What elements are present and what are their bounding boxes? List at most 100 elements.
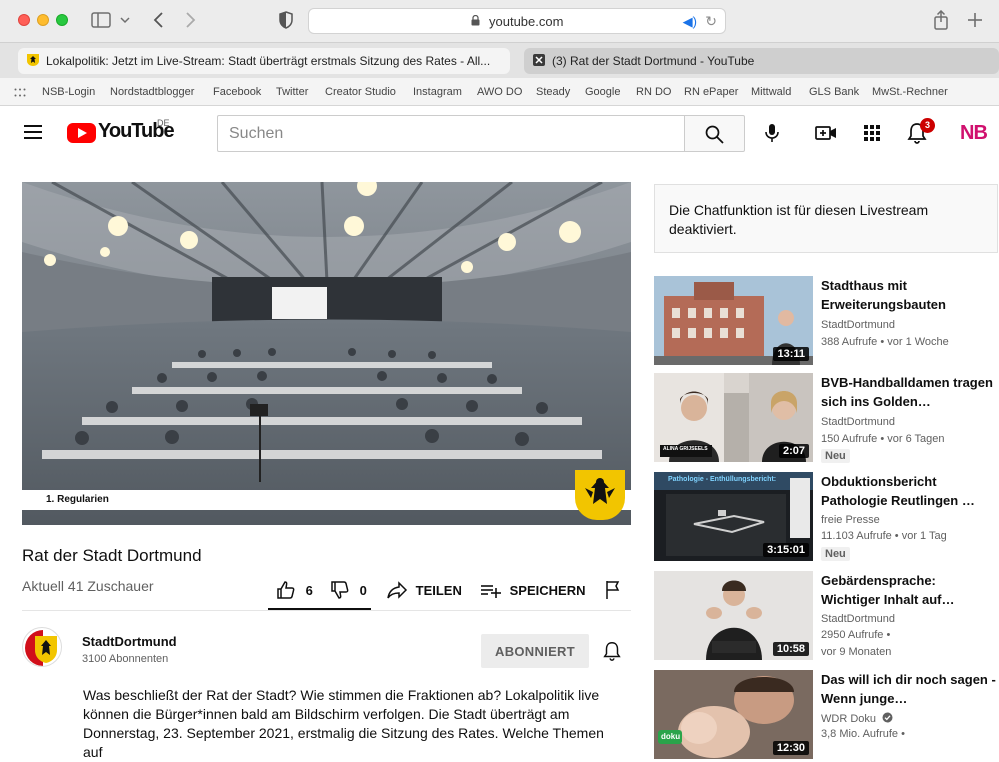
search-input[interactable] — [218, 116, 684, 151]
video-thumbnail[interactable]: Pathologie - Enthüllungsbericht: 3:15:01 — [654, 472, 813, 561]
bookmark-item[interactable]: Creator Studio — [325, 86, 396, 98]
close-window-button[interactable] — [18, 14, 30, 26]
video-title[interactable]: Das will ich dir noch sagen - Wenn junge… — [821, 670, 996, 708]
share-label: TEILEN — [415, 582, 462, 598]
bookmark-item[interactable]: RN ePaper — [684, 86, 738, 98]
browser-tab-lokalpolitik[interactable]: Lokalpolitik: Jetzt im Live-Stream: Stad… — [18, 48, 510, 74]
subscribe-button[interactable]: ABONNIERT — [481, 634, 589, 668]
recommended-video[interactable]: 13:11 Stadthaus mit Erweiterungsbauten S… — [654, 276, 999, 368]
channel-name[interactable]: StadtDortmund — [821, 319, 895, 331]
video-meta: 2950 Aufrufe • — [821, 629, 891, 641]
chevron-down-icon[interactable] — [120, 16, 130, 24]
recommended-video[interactable]: ALINA GRIJSEELS 2:07 BVB-Handballdamen t… — [654, 373, 999, 465]
zoom-window-button[interactable] — [56, 14, 68, 26]
forward-icon[interactable] — [185, 12, 197, 28]
apps-icon[interactable] — [860, 121, 884, 145]
bookmark-item[interactable]: GLS Bank — [809, 86, 859, 98]
address-bar[interactable]: youtube.com ◀) ↻ — [308, 8, 726, 34]
channel-name[interactable]: StadtDortmund — [82, 634, 177, 649]
speaker-icon[interactable]: ◀) — [683, 14, 697, 30]
bookmark-item[interactable]: Steady — [536, 86, 570, 98]
video-duration: 12:30 — [772, 741, 809, 755]
country-code: DE — [157, 118, 170, 128]
youtube-favicon-icon — [533, 54, 545, 66]
video-duration: 13:11 — [773, 347, 809, 361]
video-meta: 388 Aufrufe • vor 1 Woche — [821, 336, 949, 348]
menu-icon[interactable] — [24, 125, 42, 139]
video-duration: 2:07 — [778, 444, 809, 458]
microphone-icon[interactable] — [760, 121, 784, 145]
share-icon[interactable] — [933, 10, 949, 30]
lock-icon — [471, 15, 480, 26]
recommended-video[interactable]: 10:58 Gebärdensprache: Wichtiger Inhalt … — [654, 571, 999, 663]
chat-disabled-notice: Die Chatfunktion ist für diesen Livestre… — [654, 184, 998, 253]
save-button[interactable]: SPEICHERN — [480, 580, 585, 600]
playlist-add-icon — [481, 585, 501, 598]
search-button[interactable] — [684, 115, 745, 152]
bookmark-item[interactable]: Instagram — [413, 86, 462, 98]
agenda-item-label: 1. Regularien — [46, 494, 109, 505]
video-title[interactable]: Stadthaus mit Erweiterungsbauten — [821, 276, 996, 314]
channel-bell-icon[interactable] — [601, 640, 623, 662]
back-icon[interactable] — [152, 12, 164, 28]
bookmark-item[interactable]: Facebook — [213, 86, 261, 98]
reload-icon[interactable]: ↻ — [705, 13, 717, 30]
channel-name[interactable]: StadtDortmund — [821, 613, 895, 625]
recommended-video[interactable]: doku 12:30 Das will ich dir noch sagen -… — [654, 670, 999, 762]
thumbnail-caption: doku — [661, 732, 681, 741]
bookmark-item[interactable]: NSB-Login — [42, 86, 95, 98]
like-count: 6 — [305, 582, 313, 598]
dislike-count: 0 — [359, 582, 367, 598]
apps-grid-icon[interactable] — [14, 88, 26, 97]
bookmark-item[interactable]: Nordstadtblogger — [110, 86, 194, 98]
bookmark-item[interactable]: Twitter — [276, 86, 308, 98]
channel-name[interactable]: WDR Doku — [821, 712, 893, 725]
video-actions: 6 0 TEILEN SPEICHERN — [268, 574, 631, 610]
search-icon — [705, 125, 724, 144]
video-age: vor 9 Monaten — [821, 646, 892, 658]
bookmark-item[interactable]: MwSt.-Rechner — [872, 86, 948, 98]
new-tab-icon[interactable] — [967, 12, 983, 28]
video-meta: 150 Aufrufe • vor 6 Tagen — [821, 433, 945, 445]
video-description: Was beschließt der Rat der Stadt? Wie st… — [83, 687, 604, 760]
video-title: Rat der Stadt Dortmund — [22, 546, 202, 565]
channel-name[interactable]: freie Presse — [821, 514, 880, 526]
video-title[interactable]: Obduktionsbericht Pathologie Reutlingen … — [821, 472, 996, 510]
sidebar-toggle-icon[interactable] — [91, 12, 111, 28]
subscriber-count: 3100 Abonnenten — [82, 653, 169, 665]
channel-name[interactable]: StadtDortmund — [821, 416, 895, 428]
viewer-count: Aktuell 41 Zuschauer — [22, 578, 154, 594]
bookmark-item[interactable]: RN DO — [636, 86, 671, 98]
video-title[interactable]: BVB-Handballdamen tragen sich ins Golden… — [821, 373, 996, 411]
browser-titlebar: youtube.com ◀) ↻ — [0, 0, 999, 42]
create-video-icon[interactable] — [814, 121, 838, 145]
share-button[interactable]: TEILEN — [386, 580, 462, 600]
recommended-video[interactable]: Pathologie - Enthüllungsbericht: 3:15:01… — [654, 472, 999, 564]
video-thumbnail[interactable]: 10:58 — [654, 571, 813, 660]
thumbnail-caption: ALINA GRIJSEELS — [663, 446, 708, 452]
dislike-button[interactable]: 0 — [330, 580, 367, 600]
url-text: youtube.com — [489, 14, 564, 29]
minimize-window-button[interactable] — [37, 14, 49, 26]
youtube-logo-icon[interactable] — [67, 123, 96, 143]
bookmark-item[interactable]: AWO DO — [477, 86, 522, 98]
video-player[interactable]: 1. Regularien — [22, 182, 631, 525]
video-thumbnail[interactable]: ALINA GRIJSEELS 2:07 — [654, 373, 813, 462]
privacy-shield-icon[interactable] — [279, 11, 293, 29]
dortmund-crest-icon — [27, 54, 39, 66]
browser-tab-youtube[interactable]: (3) Rat der Stadt Dortmund - YouTube — [524, 48, 999, 74]
tab-label: Lokalpolitik: Jetzt im Live-Stream: Stad… — [46, 54, 491, 68]
bookmark-item[interactable]: Mittwald — [751, 86, 791, 98]
video-thumbnail[interactable]: 13:11 — [654, 276, 813, 365]
report-button[interactable] — [604, 580, 622, 600]
channel-name-text: WDR Doku — [821, 713, 877, 725]
video-duration: 10:58 — [772, 642, 809, 656]
bookmark-item[interactable]: Google — [585, 86, 620, 98]
like-button[interactable]: 6 — [276, 580, 313, 600]
thumbs-down-icon — [331, 581, 349, 599]
dortmund-crest-icon — [575, 470, 625, 520]
video-title[interactable]: Gebärdensprache: Wichtiger Inhalt auf… — [821, 571, 996, 609]
channel-avatar[interactable] — [22, 627, 62, 667]
account-avatar[interactable]: NB — [960, 122, 988, 144]
tab-label: (3) Rat der Stadt Dortmund - YouTube — [552, 54, 755, 68]
